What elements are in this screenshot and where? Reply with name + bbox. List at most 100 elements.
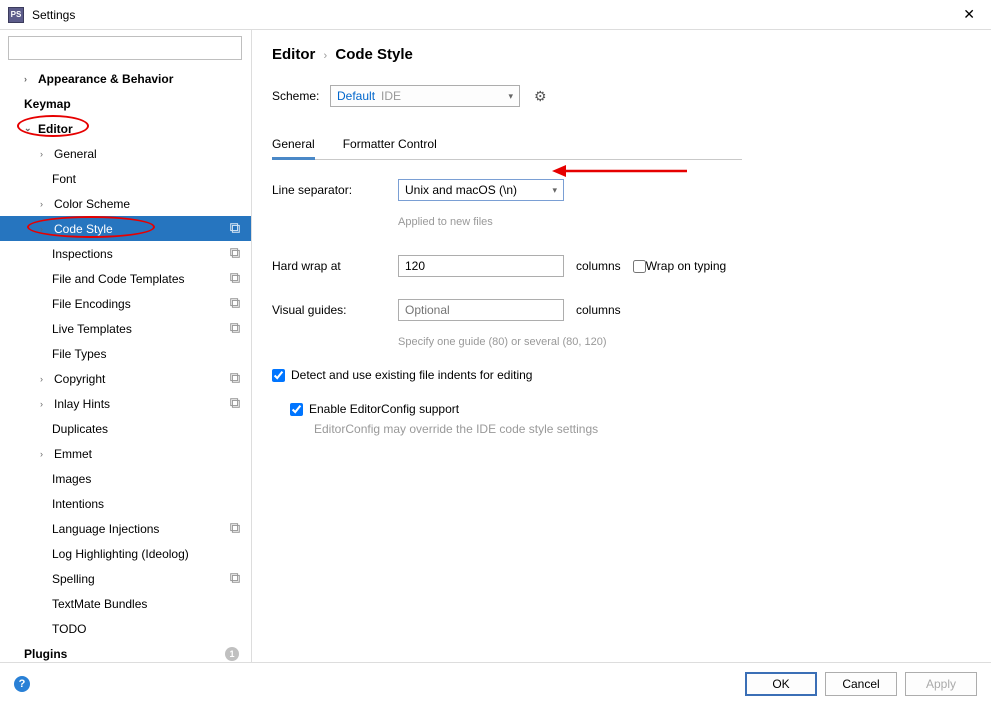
tree-item-label: Live Templates: [52, 322, 132, 336]
sidebar-item-color-scheme[interactable]: ›Color Scheme: [0, 191, 251, 216]
search-input[interactable]: [8, 36, 242, 60]
sidebar-item-editor[interactable]: ⌄ Editor: [0, 116, 251, 141]
tree-item-label: Copyright: [54, 372, 105, 386]
line-separator-hint: Applied to new files: [398, 216, 493, 228]
chevron-right-icon: ›: [40, 374, 50, 384]
sidebar-item-copyright[interactable]: › Copyright: [0, 366, 251, 391]
footer: ? OK Cancel Apply: [0, 662, 991, 704]
line-separator-value: Unix and macOS (\n): [405, 183, 552, 197]
tree-item-label: Plugins: [24, 647, 67, 661]
sidebar-item-log-highlighting-ideolog-[interactable]: Log Highlighting (Ideolog): [0, 541, 251, 566]
sidebar-item-file-encodings[interactable]: File Encodings: [0, 291, 251, 316]
gear-icon[interactable]: ⚙: [534, 88, 547, 105]
cancel-button[interactable]: Cancel: [825, 672, 897, 696]
breadcrumb: Editor › Code Style: [272, 46, 971, 63]
tree-item-label: Editor: [38, 122, 73, 136]
tree-item-label: Log Highlighting (Ideolog): [52, 547, 189, 561]
sidebar-item-images[interactable]: Images: [0, 466, 251, 491]
visual-guides-hint: Specify one guide (80) or several (80, 1…: [398, 336, 607, 348]
scheme-select[interactable]: Default IDE ▾: [330, 85, 520, 107]
wrap-on-typing-text: Wrap on typing: [646, 259, 727, 273]
tab-formatter-control[interactable]: Formatter Control: [343, 131, 437, 159]
chevron-right-icon: ›: [40, 224, 50, 234]
wrap-on-typing-checkbox[interactable]: [633, 260, 646, 273]
hard-wrap-row: Hard wrap at columns Wrap on typing: [272, 254, 971, 278]
hard-wrap-input[interactable]: [398, 255, 564, 277]
scheme-label: Scheme:: [272, 89, 330, 103]
sidebar-item-plugins[interactable]: Plugins1: [0, 641, 251, 662]
visual-guides-columns: columns: [576, 303, 621, 317]
content-panel: Editor › Code Style Scheme: Default IDE …: [252, 30, 991, 662]
chevron-right-icon: ›: [40, 399, 50, 409]
copy-icon: [229, 247, 241, 262]
chevron-right-icon: ›: [40, 149, 50, 159]
tree-item-label: Intentions: [52, 497, 104, 511]
sidebar-item-duplicates[interactable]: Duplicates: [0, 416, 251, 441]
tree-item-label: General: [54, 147, 97, 161]
copy-icon: [229, 522, 241, 537]
sidebar-item-emmet[interactable]: ›Emmet: [0, 441, 251, 466]
sidebar-item-intentions[interactable]: Intentions: [0, 491, 251, 516]
sidebar-item-inlay-hints[interactable]: ›Inlay Hints: [0, 391, 251, 416]
tree-item-label: Code Style: [54, 222, 113, 236]
hard-wrap-columns: columns: [576, 259, 621, 273]
copy-icon: [229, 397, 241, 412]
editorconfig-text: Enable EditorConfig support: [309, 402, 459, 416]
copy-icon: [229, 572, 241, 587]
chevron-down-icon: ▾: [552, 185, 557, 196]
editorconfig-section: Enable EditorConfig support EditorConfig…: [290, 402, 971, 436]
tree-item-label: Keymap: [24, 97, 71, 111]
sidebar-item-file-and-code-templates[interactable]: File and Code Templates: [0, 266, 251, 291]
wrap-on-typing-label[interactable]: Wrap on typing: [633, 259, 727, 273]
settings-tree[interactable]: › Appearance & Behavior Keymap ⌄ Editor › Gene…: [0, 66, 251, 662]
detect-indents-row[interactable]: Detect and use existing file indents for…: [272, 368, 971, 382]
titlebar: PS Settings ✕: [0, 0, 991, 30]
sidebar-item-code-style[interactable]: › Code Style: [0, 216, 251, 241]
chevron-right-icon: ›: [24, 74, 34, 84]
ok-button[interactable]: OK: [745, 672, 817, 696]
chevron-down-icon: ⌄: [24, 123, 34, 134]
sidebar-item-file-types[interactable]: File Types: [0, 341, 251, 366]
sidebar-item-font[interactable]: Font: [0, 166, 251, 191]
detect-indents-text: Detect and use existing file indents for…: [291, 368, 532, 382]
tree-item-label: TODO: [52, 622, 86, 636]
window-title: Settings: [32, 8, 955, 22]
copy-icon: [229, 222, 241, 237]
tree-item-label: File and Code Templates: [52, 272, 185, 286]
copy-icon: [229, 322, 241, 337]
sidebar-item-language-injections[interactable]: Language Injections: [0, 516, 251, 541]
tabs: General Formatter Control: [272, 131, 742, 160]
sidebar-item-todo[interactable]: TODO: [0, 616, 251, 641]
hard-wrap-label: Hard wrap at: [272, 259, 398, 273]
editorconfig-row[interactable]: Enable EditorConfig support: [290, 402, 971, 416]
tree-item-label: Appearance & Behavior: [38, 72, 173, 86]
tree-item-label: Images: [52, 472, 91, 486]
sidebar-item-keymap[interactable]: Keymap: [0, 91, 251, 116]
sidebar-item-spelling[interactable]: Spelling: [0, 566, 251, 591]
editorconfig-checkbox[interactable]: [290, 403, 303, 416]
help-icon[interactable]: ?: [14, 676, 30, 692]
breadcrumb-codestyle: Code Style: [335, 46, 413, 63]
close-icon[interactable]: ✕: [955, 2, 983, 27]
visual-guides-input[interactable]: [398, 299, 564, 321]
sidebar: 🔍 › Appearance & Behavior Keymap ⌄ Editor › Ge…: [0, 30, 252, 662]
scheme-row: Scheme: Default IDE ▾ ⚙: [272, 85, 971, 107]
chevron-right-icon: ›: [40, 449, 50, 459]
detect-indents-checkbox[interactable]: [272, 369, 285, 382]
search-wrap: 🔍: [0, 30, 251, 66]
chevron-down-icon: ▾: [508, 91, 513, 102]
visual-guides-row: Visual guides: columns: [272, 298, 971, 322]
sidebar-item-appearance-behavior[interactable]: › Appearance & Behavior: [0, 66, 251, 91]
line-separator-select[interactable]: Unix and macOS (\n) ▾: [398, 179, 564, 201]
sidebar-item-general[interactable]: › General: [0, 141, 251, 166]
breadcrumb-editor: Editor: [272, 46, 315, 63]
sidebar-item-live-templates[interactable]: Live Templates: [0, 316, 251, 341]
apply-button[interactable]: Apply: [905, 672, 977, 696]
tab-general[interactable]: General: [272, 131, 315, 160]
visual-guides-label: Visual guides:: [272, 303, 398, 317]
tree-item-label: File Types: [52, 347, 106, 361]
sidebar-item-textmate-bundles[interactable]: TextMate Bundles: [0, 591, 251, 616]
sidebar-item-inspections[interactable]: Inspections: [0, 241, 251, 266]
visual-guides-hint-row: Specify one guide (80) or several (80, 1…: [272, 330, 971, 354]
tree-item-label: Inspections: [52, 247, 113, 261]
